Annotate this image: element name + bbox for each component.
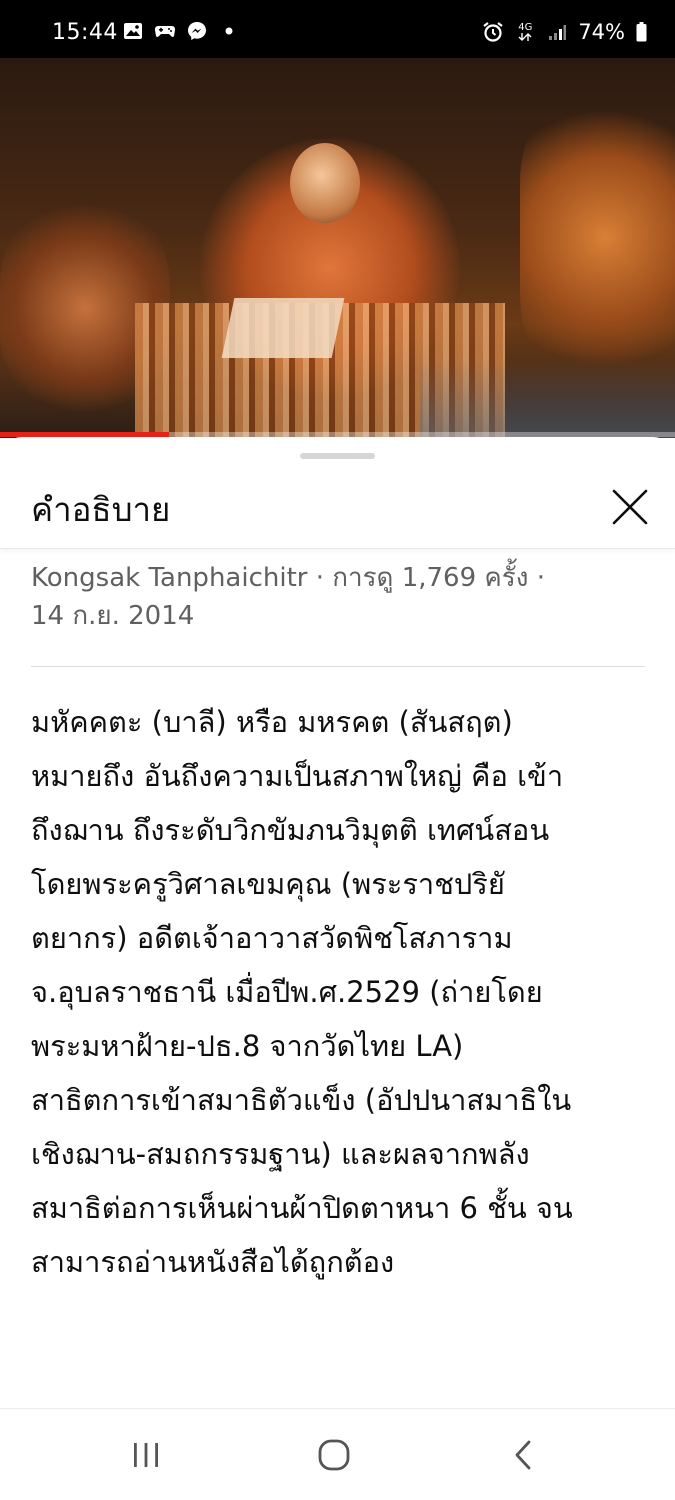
recent-apps-button[interactable] — [121, 1433, 171, 1477]
channel-views-line: Kongsak Tanphaichitr · การดู 1,769 ครั้ง… — [31, 563, 545, 593]
battery-percent: 74% — [578, 20, 625, 44]
signal-icon — [546, 22, 568, 42]
network-label: 4G — [518, 22, 533, 33]
messenger-icon — [186, 21, 208, 41]
close-icon — [612, 489, 648, 525]
home-button[interactable] — [309, 1433, 359, 1477]
recent-apps-icon — [134, 1443, 158, 1467]
description-sheet: คำอธิบาย Kongsak Tanphaichitr · การดู 1,… — [0, 437, 675, 1500]
sheet-header: คำอธิบาย — [0, 459, 675, 549]
video-frame-decoration-right — [520, 98, 675, 378]
4g-icon: 4G — [514, 22, 536, 42]
upload-date: 14 ก.ย. 2014 — [31, 601, 195, 631]
description-text: มหัคคตะ (บาลี) หรือ มหรคต (สันสฤต) หมายถ… — [31, 705, 573, 1279]
video-frame-floor — [420, 358, 675, 438]
video-frame-paper — [221, 298, 345, 358]
dot-icon — [218, 21, 240, 41]
back-button[interactable] — [498, 1433, 548, 1477]
notification-icons — [122, 21, 240, 41]
alarm-icon — [482, 22, 504, 42]
close-button[interactable] — [608, 485, 652, 529]
sheet-title: คำอธิบาย — [31, 490, 171, 529]
navigation-bar — [0, 1408, 675, 1500]
divider — [31, 666, 645, 667]
game-icon — [154, 21, 176, 41]
home-icon — [318, 1439, 350, 1471]
video-frame-head — [290, 143, 360, 223]
image-icon — [122, 21, 144, 41]
video-player[interactable] — [0, 58, 675, 438]
battery-icon — [635, 22, 647, 42]
status-bar: 15:44 4G 74% — [0, 0, 675, 58]
back-icon — [515, 1440, 531, 1470]
status-time: 15:44 — [52, 20, 118, 45]
system-icons: 4G 74% — [482, 20, 647, 44]
video-meta: Kongsak Tanphaichitr · การดู 1,769 ครั้ง… — [31, 559, 621, 635]
